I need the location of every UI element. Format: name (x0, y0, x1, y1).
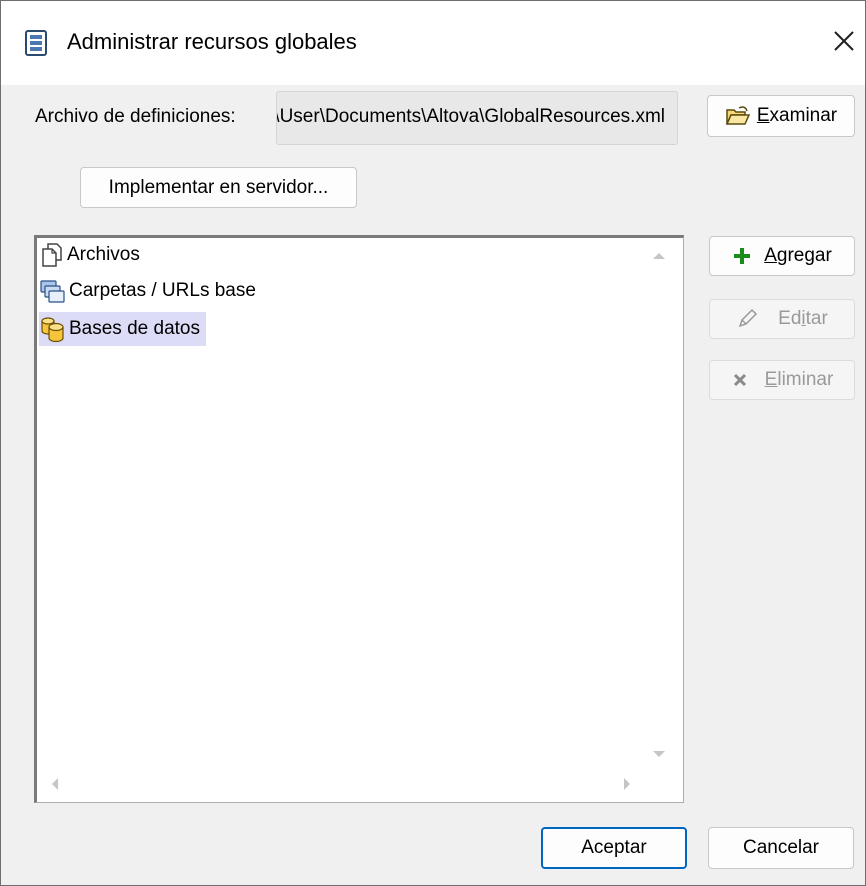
tree-item-bases-de-datos[interactable]: Bases de datos (39, 312, 206, 346)
definitions-label: Archivo de definiciones: (35, 106, 236, 127)
ok-button[interactable]: Aceptar (541, 827, 687, 869)
tree-item-carpetas[interactable]: Carpetas / URLs base (39, 274, 262, 308)
tree-item-label: Carpetas / URLs base (69, 280, 256, 301)
definitions-path-field[interactable]: C:\Users\User\Documents\Altova\GlobalRes… (276, 91, 678, 145)
cancel-label: Cancelar (742, 837, 820, 858)
delete-x-icon (733, 373, 746, 387)
scroll-down-arrow-icon[interactable] (651, 748, 667, 760)
plus-icon (734, 248, 751, 264)
scroll-up-arrow-icon[interactable] (651, 250, 667, 262)
tree-item-label: Bases de datos (69, 318, 200, 339)
close-icon (834, 31, 854, 51)
add-button[interactable]: Agregar (709, 236, 855, 276)
definitions-path-value: C:\Users\User\Documents\Altova\GlobalRes… (277, 106, 665, 127)
tree-item-archivos[interactable]: Archivos (39, 238, 146, 272)
pencil-icon (738, 308, 758, 328)
open-folder-icon (725, 106, 751, 125)
files-icon (42, 243, 62, 267)
deploy-to-server-button[interactable]: Implementar en servidor... (80, 167, 357, 208)
cancel-button[interactable]: Cancelar (708, 827, 854, 869)
edit-label: Editar (778, 308, 828, 329)
ok-label: Aceptar (581, 837, 647, 858)
close-button[interactable] (821, 19, 865, 63)
add-label: Agregar (764, 245, 832, 266)
folders-icon (40, 280, 65, 303)
deploy-to-server-label: Implementar en servidor... (108, 176, 329, 198)
tree-item-label: Archivos (67, 244, 140, 265)
database-icon (41, 317, 64, 343)
server-icon (25, 30, 47, 56)
dialog-window: Administrar recursos globales Archivo de… (0, 0, 866, 886)
resources-tree[interactable]: Archivos Carpetas / URLs base Bases de d… (34, 235, 684, 803)
browse-button[interactable]: Examinar (707, 95, 855, 137)
dialog-title: Administrar recursos globales (67, 29, 357, 54)
delete-button[interactable]: Eliminar (709, 360, 855, 400)
scroll-right-arrow-icon[interactable] (621, 776, 633, 792)
edit-button[interactable]: Editar (709, 299, 855, 339)
delete-label: Eliminar (764, 369, 834, 390)
browse-label: Examinar (756, 105, 838, 126)
scroll-left-arrow-icon[interactable] (49, 776, 61, 792)
title-bar: Administrar recursos globales (1, 1, 865, 85)
